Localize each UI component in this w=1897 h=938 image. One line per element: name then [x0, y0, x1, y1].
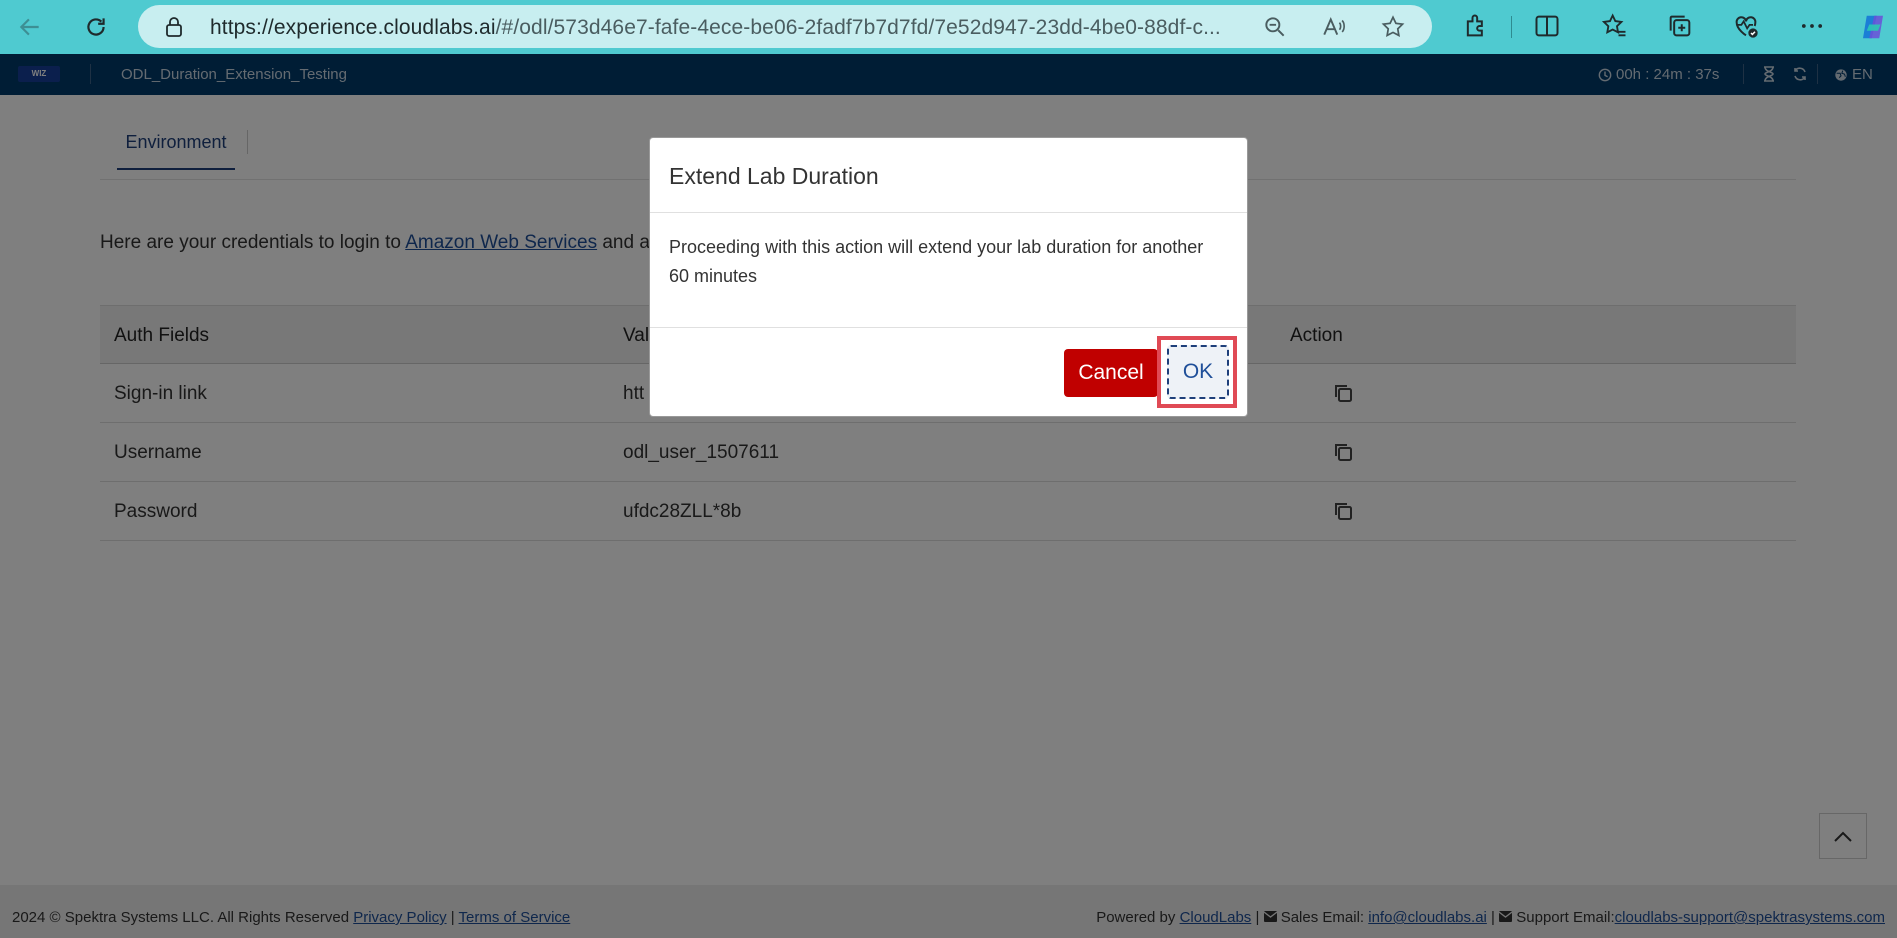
browser-toolbar: https://experience.cloudlabs.ai/#/odl/57…: [0, 0, 1897, 54]
copilot-icon[interactable]: [1858, 12, 1886, 40]
extensions-icon[interactable]: [1462, 12, 1490, 40]
refresh-icon: [87, 18, 105, 36]
extend-duration-dialog: Extend Lab Duration Proceeding with this…: [649, 137, 1248, 417]
refresh-button[interactable]: [76, 7, 116, 47]
read-aloud-icon[interactable]: [1321, 14, 1347, 40]
dialog-message: Proceeding with this action will extend …: [669, 237, 1204, 286]
ok-button[interactable]: OK: [1167, 345, 1229, 399]
toolbar-divider: [1511, 16, 1512, 38]
url-path: /#/odl/573d46e7-fafe-4ece-be06-2fadf7b7d…: [495, 16, 1221, 39]
dialog-divider: [650, 327, 1247, 328]
url-host: https://experience.cloudlabs.ai: [210, 16, 496, 39]
browser-essentials-icon[interactable]: [1732, 12, 1760, 40]
back-arrow-icon: [19, 18, 39, 36]
dialog-divider: [650, 212, 1247, 213]
more-options-icon[interactable]: [1798, 12, 1826, 40]
collections-icon[interactable]: [1666, 12, 1694, 40]
favorites-icon[interactable]: [1601, 12, 1629, 40]
url-text: https://experience.cloudlabs.ai/#/odl/57…: [210, 16, 1221, 40]
back-button[interactable]: [10, 7, 50, 47]
lock-icon: [164, 16, 184, 43]
zoom-icon[interactable]: [1262, 14, 1288, 40]
favorite-star-icon[interactable]: [1380, 14, 1406, 40]
dialog-title: Extend Lab Duration: [669, 163, 879, 189]
address-bar[interactable]: https://experience.cloudlabs.ai/#/odl/57…: [138, 5, 1432, 48]
cancel-button[interactable]: Cancel: [1064, 349, 1158, 397]
split-screen-icon[interactable]: [1533, 12, 1561, 40]
